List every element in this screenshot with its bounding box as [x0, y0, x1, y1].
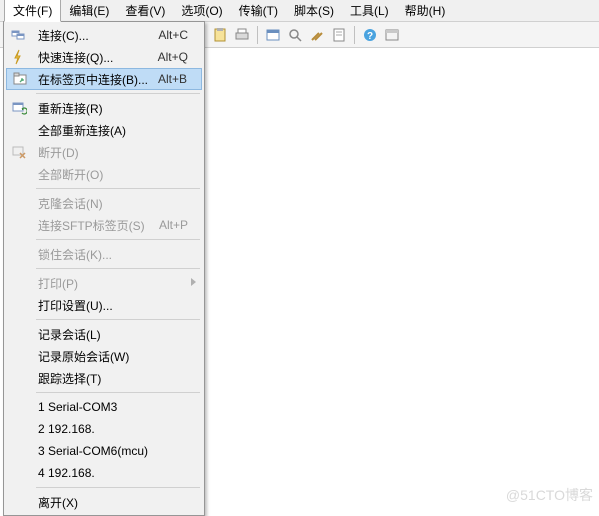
menu-item-shortcut: Alt+C	[158, 28, 202, 42]
connections-icon	[6, 24, 32, 46]
menu-item: 锁住会话(K)...	[6, 243, 202, 265]
submenu-arrow-icon	[191, 278, 196, 286]
menu-icon-empty	[6, 462, 32, 484]
menu-script[interactable]: 脚本(S)	[286, 0, 342, 21]
menu-item[interactable]: 全部重新连接(A)	[6, 119, 202, 141]
menu-edit[interactable]: 编辑(E)	[61, 0, 117, 21]
menu-icon-empty	[6, 396, 32, 418]
file-dropdown-menu: 连接(C)...Alt+C快速连接(Q)...Alt+Q在标签页中连接(B)..…	[3, 21, 205, 516]
menubar: 文件(F) 编辑(E) 查看(V) 选项(O) 传输(T) 脚本(S) 工具(L…	[0, 0, 599, 22]
menu-item[interactable]: 打印设置(U)...	[6, 294, 202, 316]
quick-connect-icon	[6, 46, 32, 68]
menu-separator	[36, 319, 200, 320]
menu-item[interactable]: 快速连接(Q)...Alt+Q	[6, 46, 202, 68]
menu-item[interactable]: 3 Serial-COM6(mcu)	[6, 440, 202, 462]
menu-icon-empty	[6, 243, 32, 265]
menu-icon-empty	[6, 323, 32, 345]
menu-icon-empty	[6, 367, 32, 389]
menu-item: 打印(P)	[6, 272, 202, 294]
menu-item[interactable]: 跟踪选择(T)	[6, 367, 202, 389]
menu-transfer[interactable]: 传输(T)	[231, 0, 286, 21]
menu-item-label: 断开(D)	[32, 144, 202, 161]
menu-item[interactable]: 重新连接(R)	[6, 97, 202, 119]
menu-icon-empty	[6, 214, 32, 236]
menu-icon-empty	[6, 119, 32, 141]
toolbar-find-icon[interactable]	[285, 25, 305, 45]
menu-item-label: 4 192.168.	[32, 466, 202, 480]
toolbar-properties-icon[interactable]	[263, 25, 283, 45]
menu-icon-empty	[6, 192, 32, 214]
menu-icon-empty	[6, 345, 32, 367]
menu-item-label: 打印(P)	[32, 275, 202, 292]
toolbar-paste-icon[interactable]	[210, 25, 230, 45]
menu-item: 克隆会话(N)	[6, 192, 202, 214]
menu-icon-empty	[6, 294, 32, 316]
menu-item[interactable]: 记录会话(L)	[6, 323, 202, 345]
menu-item[interactable]: 在标签页中连接(B)...Alt+B	[6, 68, 202, 90]
toolbar-help-icon[interactable]: ?	[360, 25, 380, 45]
menu-item-label: 连接(C)...	[32, 27, 158, 44]
menu-item[interactable]: 连接(C)...Alt+C	[6, 24, 202, 46]
menu-separator	[36, 239, 200, 240]
menu-help[interactable]: 帮助(H)	[397, 0, 454, 21]
reconnect-icon	[6, 97, 32, 119]
menu-item-label: 跟踪选择(T)	[32, 370, 202, 387]
menu-icon-empty	[6, 440, 32, 462]
toolbar-print-icon[interactable]	[232, 25, 252, 45]
menu-file[interactable]: 文件(F)	[4, 0, 61, 22]
menu-item-label: 1 Serial-COM3	[32, 400, 202, 414]
menu-item-label: 重新连接(R)	[32, 100, 202, 117]
tab-connect-icon	[7, 68, 32, 90]
menu-item-label: 全部断开(O)	[32, 166, 202, 183]
toolbar-window-icon[interactable]	[382, 25, 402, 45]
menu-separator	[36, 487, 200, 488]
menu-item[interactable]: 2 192.168.	[6, 418, 202, 440]
menu-item-label: 记录原始会话(W)	[32, 348, 202, 365]
menu-item[interactable]: 记录原始会话(W)	[6, 345, 202, 367]
toolbar-sep	[257, 26, 258, 44]
toolbar-sep	[354, 26, 355, 44]
menu-separator	[36, 392, 200, 393]
menu-tools[interactable]: 工具(L)	[342, 0, 397, 21]
menu-item-shortcut: Alt+P	[159, 218, 202, 232]
menu-item-label: 打印设置(U)...	[32, 297, 202, 314]
toolbar-script-icon[interactable]	[329, 25, 349, 45]
menu-icon-empty	[6, 491, 32, 513]
menu-item: 连接SFTP标签页(S)Alt+P	[6, 214, 202, 236]
menu-item-label: 离开(X)	[32, 494, 202, 511]
menu-item[interactable]: 1 Serial-COM3	[6, 396, 202, 418]
disconnect-icon	[6, 141, 32, 163]
menu-item-label: 2 192.168.	[32, 422, 202, 436]
menu-item: 全部断开(O)	[6, 163, 202, 185]
menu-separator	[36, 188, 200, 189]
menu-separator	[36, 93, 200, 94]
menu-item[interactable]: 离开(X)	[6, 491, 202, 513]
menu-icon-empty	[6, 418, 32, 440]
menu-separator	[36, 268, 200, 269]
menu-item-label: 在标签页中连接(B)...	[32, 71, 158, 88]
menu-item-label: 记录会话(L)	[32, 326, 202, 343]
menu-item-shortcut: Alt+Q	[158, 50, 202, 64]
menu-options[interactable]: 选项(O)	[173, 0, 230, 21]
menu-item-label: 连接SFTP标签页(S)	[32, 217, 159, 234]
menu-view[interactable]: 查看(V)	[117, 0, 173, 21]
menu-item-label: 全部重新连接(A)	[32, 122, 202, 139]
menu-item-label: 克隆会话(N)	[32, 195, 202, 212]
menu-item-label: 快速连接(Q)...	[32, 49, 158, 66]
toolbar-settings-icon[interactable]	[307, 25, 327, 45]
menu-item-label: 3 Serial-COM6(mcu)	[32, 444, 202, 458]
menu-icon-empty	[6, 163, 32, 185]
watermark: @51CTO博客	[506, 485, 593, 505]
menu-item: 断开(D)	[6, 141, 202, 163]
menu-item[interactable]: 4 192.168.	[6, 462, 202, 484]
svg-text:?: ?	[367, 31, 373, 42]
menu-item-label: 锁住会话(K)...	[32, 246, 202, 263]
menu-icon-empty	[6, 272, 32, 294]
menu-item-shortcut: Alt+B	[158, 72, 201, 86]
